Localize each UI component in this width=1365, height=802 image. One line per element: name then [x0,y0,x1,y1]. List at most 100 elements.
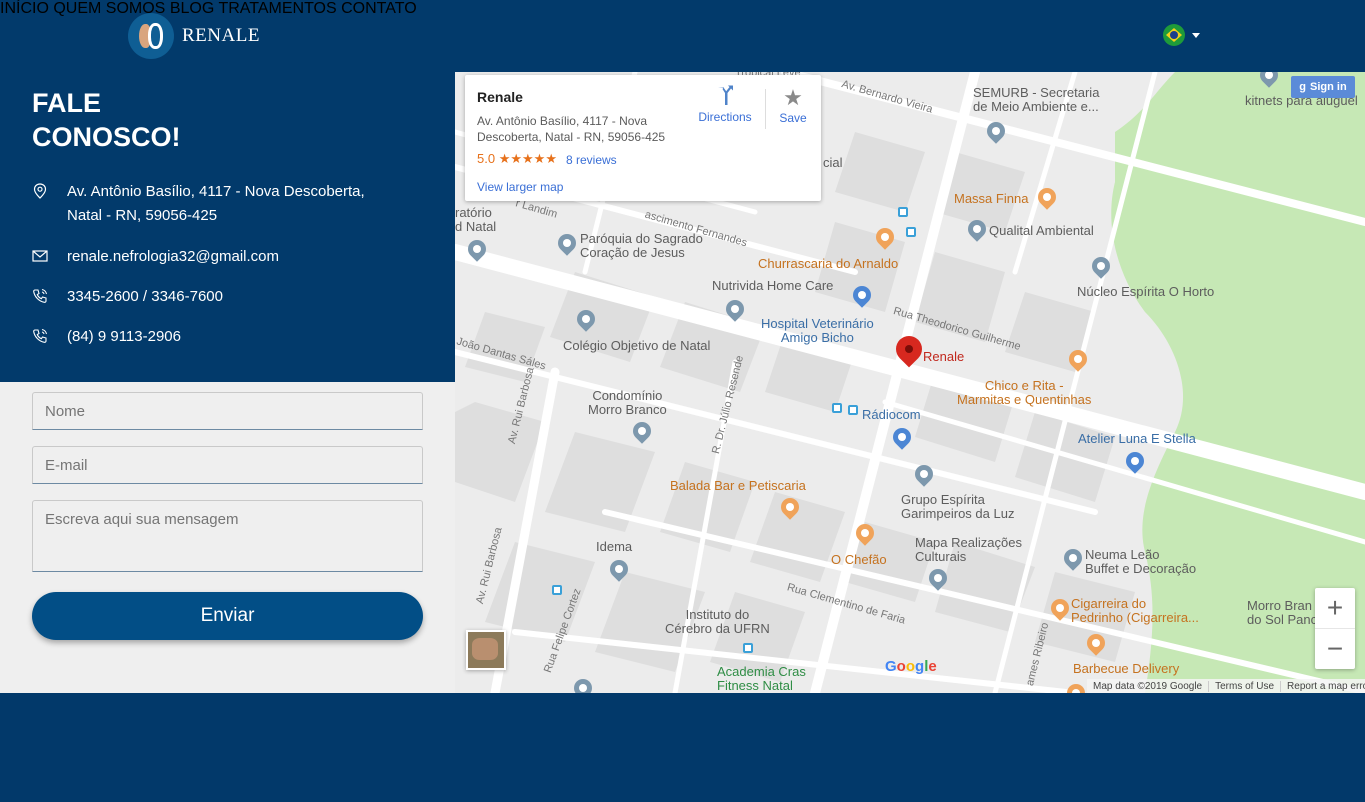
map-label-academia: Academia Cras Fitness Natal [717,665,806,693]
save-label: Save [779,111,807,125]
place-address: Av. Antônio Basílio, 4117 - Nova Descobe… [477,113,677,145]
contact-title: FALE CONOSCO! [32,86,181,154]
bus-stop-icon[interactable] [552,585,562,595]
map-label-nucleo: Núcleo Espírita O Horto [1077,284,1215,299]
place-rating-value: 5.0 [477,151,496,166]
map-label-churrascaria: Churrascaria do Arnaldo [758,256,899,271]
google-logo: Google [885,658,937,675]
signin-label: Sign in [1310,81,1347,93]
map-label-qualital: Qualital Ambiental [989,223,1094,238]
map-label-semurb: SEMURB - Secretaria de Meio Ambiente e... [973,86,1099,114]
name-field-wrapper [32,392,423,430]
map-label-idema: Idema [596,539,633,554]
rating-stars-icon: ★★★★★ [498,151,557,166]
map-label-cigarreira-l2: Pedrinho (Cigarreira... [1071,610,1199,625]
map-label-instituto-l2: Cérebro da UFRN [665,621,770,636]
save-place-button[interactable]: ★ Save [772,85,814,125]
message-field[interactable] [33,501,422,571]
map-label-neuma-l1: Neuma Leão [1085,547,1160,562]
map-label-cigarreira-l1: Cigarreira do [1071,596,1147,611]
map-label-mapa-l2: Culturais [915,549,967,564]
zoom-in-button[interactable]: + [1315,588,1355,628]
name-field[interactable] [33,393,422,429]
star-icon: ★ [783,85,803,110]
phone-icon [33,289,47,303]
address-text: Av. Antônio Basílio, 4117 - Nova Descobe… [67,180,365,228]
address-row: Av. Antônio Basílio, 4117 - Nova Descobe… [32,180,365,228]
map-label-barbecue: Barbecue Delivery [1073,661,1180,676]
place-info-card: Renale Av. Antônio Basílio, 4117 - Nova … [465,75,821,201]
map-label-hospital: Hospital Veterinário Amigo Bicho [761,317,874,345]
map-label-condominio-l1: Condomínio [592,388,663,403]
report-error-link[interactable]: Report a map error [1281,681,1365,692]
directions-button[interactable]: Directions [690,85,760,124]
satellite-toggle[interactable] [466,630,506,670]
nav-item-contato[interactable]: CONTATO [341,0,417,17]
map-label-grupo-l1: Grupo Espírita [901,492,985,507]
page: RENALE INÍCIO QUEM SOMOS BLOG TRATAMENTO… [0,0,1365,802]
terms-link[interactable]: Terms of Use [1209,680,1282,692]
nav-item-inicio[interactable]: INÍCIO [0,0,49,17]
map-label-massa-finna: Massa Finna [954,191,1029,206]
envelope-icon [32,250,48,262]
email-field-wrapper [32,446,423,484]
directions-icon [718,85,733,105]
map-label-grupo: Grupo Espírita Garimpeiros da Luz [901,493,1014,521]
map-label-chefao: O Chefão [831,552,887,567]
map-signin-button[interactable]: g Sign in [1291,76,1355,98]
map-label-condominio-l2: Morro Branco [588,402,667,417]
map-label-ratorio: ratório d Natal [455,206,496,234]
caret-down-icon [1192,32,1200,38]
bus-stop-icon[interactable] [832,403,842,413]
brazil-flag-icon [1163,24,1185,46]
view-larger-map-link[interactable]: View larger map [477,180,563,194]
kidney-logo-icon [128,13,174,59]
email-field[interactable] [33,447,422,483]
bus-stop-icon[interactable] [743,643,753,653]
send-button[interactable]: Enviar [32,592,423,640]
bus-stop-icon[interactable] [898,207,908,217]
map-label-paroquia-l2: Coração de Jesus [580,245,685,260]
map-label-paroquia-l1: Paróquia do Sagrado [580,231,703,246]
phone-text-2[interactable]: (84) 9 9113-2906 [67,325,181,349]
zoom-out-button[interactable]: − [1315,629,1355,669]
map-label-cigarreira: Cigarreira do Pedrinho (Cigarreira... [1071,597,1199,625]
bus-stop-icon[interactable] [848,405,858,415]
map-label-academia-l1: Academia Cras [717,664,806,679]
contact-panel: FALE CONOSCO! Av. Antônio Basílio, 4117 … [0,72,455,382]
language-dropdown[interactable] [1163,24,1200,46]
map-label-cial: cial [823,155,843,170]
navbar: RENALE INÍCIO QUEM SOMOS BLOG TRATAMENTO… [0,0,1365,72]
directions-label: Directions [698,110,752,124]
email-row: renale.nefrologia32@gmail.com [32,245,279,269]
map-marker-label-renale: Renale [923,349,965,364]
map-label-morro-l2: do Sol Panc [1247,612,1318,627]
card-divider [765,89,766,129]
map-label-hospital-l1: Hospital Veterinário [761,316,874,331]
google-g-icon: g [1299,81,1307,93]
logo[interactable]: RENALE [128,13,260,59]
place-rating: 5.0 ★★★★★ [477,151,557,167]
email-text[interactable]: renale.nefrologia32@gmail.com [67,245,279,269]
map-label-condominio: Condomínio Morro Branco [588,389,667,417]
map-footer: Map data ©2019 Google Terms of Use Repor… [1087,679,1365,693]
map-label-neuma: Neuma Leão Buffet e Decoração [1085,548,1196,576]
contact-form: Enviar [0,382,455,693]
google-map[interactable]: Tropical Leve SEMURB - Secretariade Meio… [455,72,1365,693]
map-label-colegio: Colégio Objetivo de Natal [563,338,711,353]
map-label-ratorio-l2: d Natal [455,219,497,234]
bus-stop-icon[interactable] [906,227,916,237]
map-label-neuma-l2: Buffet e Decoração [1085,561,1197,576]
phone-row-1: 3345-2600 / 3346-7600 [32,285,223,309]
map-label-morro-l1: Morro Bran [1247,598,1313,613]
map-data-text: Map data ©2019 Google [1087,680,1210,692]
phone-text-1[interactable]: 3345-2600 / 3346-7600 [67,285,223,309]
place-reviews-link[interactable]: 8 reviews [566,153,617,167]
message-field-wrapper [32,500,423,572]
address-line2: Natal - RN, 59056-425 [67,207,218,224]
map-label-grupo-l2: Garimpeiros da Luz [901,506,1015,521]
map-label-radiocom: Rádiocom [862,407,921,422]
phone-row-2: (84) 9 9113-2906 [32,325,181,349]
map-label-morro: Morro Bran do Sol Panc [1247,599,1317,627]
map-label-semurb-l2: de Meio Ambiente e... [973,99,1099,114]
